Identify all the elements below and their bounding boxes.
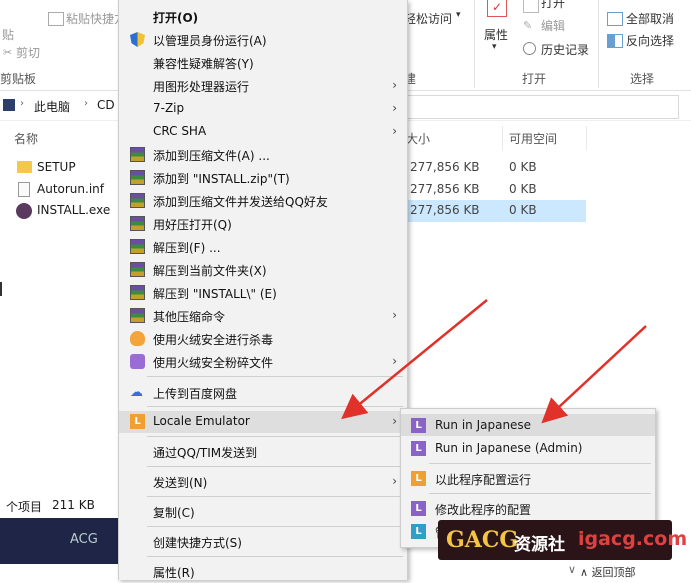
chevron-down-icon: ∨ (568, 563, 577, 576)
back-to-top-label: 返回顶部 (591, 566, 636, 579)
watermark-logo: GACG 资源社 igacg.com (438, 520, 687, 560)
watermark-brand: GACG (446, 527, 519, 553)
back-to-top-link[interactable]: ∧ 返回顶部 (580, 564, 636, 580)
watermark-domain: igacg.com (578, 528, 688, 550)
watermark-site: 资源社 (514, 535, 565, 555)
chevron-up-icon: ∧ (580, 566, 592, 579)
annotation-arrows (341, 299, 647, 424)
arrow-to-run-japanese (541, 325, 647, 424)
arrow-to-locale-emulator (341, 299, 488, 420)
